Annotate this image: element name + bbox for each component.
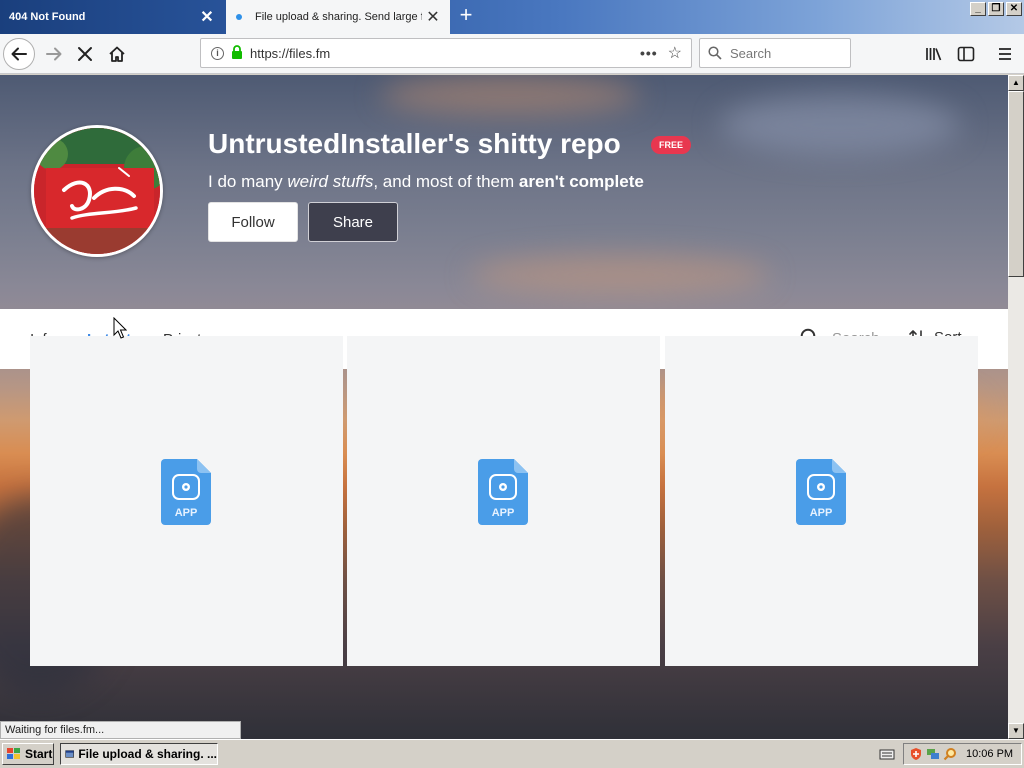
- scroll-up-button[interactable]: ▲: [1008, 75, 1024, 91]
- vertical-scrollbar[interactable]: ▲ ▼: [1008, 75, 1024, 739]
- shield-icon[interactable]: [909, 747, 923, 761]
- plan-badge: FREE: [651, 136, 692, 154]
- app-file-icon: APP: [161, 459, 211, 530]
- profile-avatar: [31, 125, 163, 257]
- svg-text:APP: APP: [492, 507, 515, 519]
- home-button[interactable]: [101, 38, 133, 70]
- desc-text: I do many: [208, 172, 288, 191]
- lock-icon[interactable]: [231, 44, 243, 62]
- mouse-cursor-icon: [113, 317, 127, 339]
- file-card[interactable]: APP: [30, 336, 343, 666]
- window-controls: _ ❐ ✕: [970, 2, 1022, 16]
- menu-button[interactable]: [993, 42, 1017, 66]
- start-button[interactable]: Start: [2, 743, 54, 765]
- url-text[interactable]: https://files.fm: [250, 46, 640, 61]
- search-icon: [708, 46, 722, 60]
- start-label: Start: [25, 747, 53, 761]
- site-info-icon[interactable]: i: [211, 46, 224, 60]
- taskbar-item-label: File upload & sharing. ...: [78, 747, 217, 761]
- keyboard-icon[interactable]: [879, 747, 895, 761]
- profile-header: UntrustedInstaller's shitty repo FREE I …: [0, 75, 1008, 309]
- svg-text:APP: APP: [175, 507, 198, 519]
- status-bar: Waiting for files.fm...: [0, 721, 241, 739]
- file-card[interactable]: APP: [347, 336, 660, 666]
- address-bar[interactable]: i https://files.fm ••• ☆: [200, 38, 692, 68]
- close-tab-icon[interactable]: ✕: [196, 6, 218, 28]
- hamburger-menu-icon: [999, 48, 1011, 60]
- desc-bold-text: aren't complete: [518, 172, 644, 191]
- scroll-down-button[interactable]: ▼: [1008, 723, 1024, 739]
- home-icon: [109, 46, 125, 62]
- desc-text: , and most of them: [373, 172, 519, 191]
- stop-icon: [78, 47, 92, 61]
- share-button[interactable]: Share: [308, 202, 398, 242]
- stop-button[interactable]: [69, 38, 101, 70]
- tab-title: 404 Not Found: [9, 11, 86, 23]
- follow-button[interactable]: Follow: [208, 202, 298, 242]
- search-bar[interactable]: Search: [699, 38, 851, 68]
- network-icon[interactable]: [926, 747, 940, 761]
- svg-text:APP: APP: [810, 507, 833, 519]
- browser-tab-strip: 404 Not Found ✕ File upload & sharing. S…: [0, 0, 1024, 34]
- repo-description: I do many weird stuffs, and most of them…: [208, 172, 644, 192]
- browser-app-icon: [65, 750, 74, 758]
- tab-files-fm[interactable]: File upload & sharing. Send large files …: [226, 0, 450, 34]
- restore-button[interactable]: ❐: [988, 2, 1004, 16]
- clock[interactable]: 10:06 PM: [966, 748, 1013, 760]
- tab-title: File upload & sharing. Send large files: [255, 11, 422, 23]
- system-tray: 10:06 PM: [903, 743, 1022, 765]
- windows-taskbar: Start File upload & sharing. ... 10:06 P…: [0, 739, 1024, 768]
- sidebar-button[interactable]: [954, 42, 978, 66]
- search-placeholder: Search: [730, 45, 772, 61]
- back-arrow-icon: [11, 47, 27, 61]
- taskbar-item-firefox[interactable]: File upload & sharing. ...: [60, 743, 218, 765]
- close-tab-icon[interactable]: ✕: [422, 6, 444, 28]
- bookmark-star-icon[interactable]: ☆: [668, 43, 682, 63]
- forward-arrow-icon: [46, 47, 62, 61]
- library-icon: [926, 48, 942, 61]
- scroll-thumb[interactable]: [1008, 91, 1024, 277]
- close-window-button[interactable]: ✕: [1006, 2, 1022, 16]
- tab-404-not-found[interactable]: 404 Not Found ✕: [0, 0, 224, 34]
- file-card[interactable]: APP: [665, 336, 978, 666]
- search-tray-icon[interactable]: [943, 747, 957, 761]
- back-button[interactable]: [3, 38, 35, 70]
- repo-title: UntrustedInstaller's shitty repo: [208, 128, 621, 159]
- library-button[interactable]: [922, 42, 946, 66]
- app-file-icon: APP: [796, 459, 846, 530]
- favicon-icon: [236, 14, 242, 20]
- page-actions-icon[interactable]: •••: [640, 45, 658, 61]
- navigation-toolbar: i https://files.fm ••• ☆ Search: [0, 34, 1024, 74]
- minimize-button[interactable]: _: [970, 2, 986, 16]
- windows-logo-icon: [7, 748, 20, 759]
- new-tab-button[interactable]: +: [454, 4, 478, 28]
- desc-italic-text: weird stuffs: [287, 172, 374, 191]
- sidebar-icon: [957, 46, 975, 62]
- app-file-icon: APP: [478, 459, 528, 530]
- forward-button[interactable]: [38, 38, 70, 70]
